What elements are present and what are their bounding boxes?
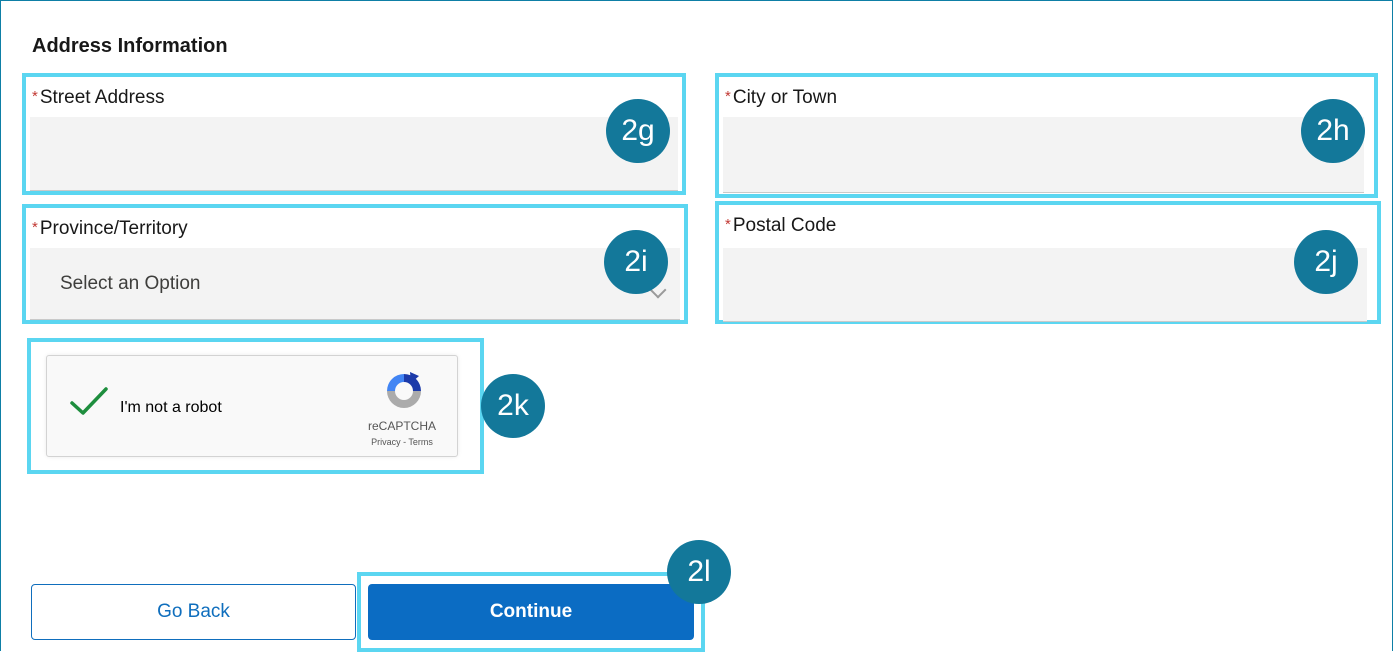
captcha-label: I'm not a robot: [120, 399, 222, 416]
recaptcha-logo-icon: [387, 372, 421, 408]
captcha-brand: reCAPTCHA: [367, 419, 436, 433]
recaptcha-widget: I'm not a robot reCAPTCHA Privacy - Term…: [46, 355, 458, 457]
continue-button[interactable]: Continue: [368, 584, 694, 640]
city-input[interactable]: [723, 117, 1364, 193]
callout-badge-2k: 2k: [481, 374, 545, 438]
street-address-field: * Street Address: [22, 73, 686, 195]
required-marker: *: [725, 216, 731, 233]
province-selected-value: Select an Option: [60, 272, 201, 294]
callout-badge-2j: 2j: [1294, 230, 1358, 294]
city-label: * City or Town: [725, 87, 838, 108]
province-select[interactable]: Select an Option: [30, 248, 680, 320]
required-marker: *: [32, 88, 38, 105]
callout-badge-2h: 2h: [1301, 99, 1365, 163]
postal-code-label: * Postal Code: [725, 215, 837, 236]
province-label: * Province/Territory: [32, 218, 188, 239]
callout-badge-2g: 2g: [606, 99, 670, 163]
required-marker: *: [725, 88, 731, 105]
province-field: * Province/Territory Select an Option: [22, 204, 688, 324]
section-title: Address Information: [32, 35, 228, 57]
go-back-button[interactable]: Go Back: [31, 584, 356, 640]
captcha-privacy-terms-link[interactable]: Privacy - Terms: [347, 437, 457, 447]
street-address-input[interactable]: [30, 117, 678, 191]
city-field: * City or Town: [715, 73, 1378, 198]
callout-badge-2l: 2l: [667, 540, 731, 604]
postal-code-field: * Postal Code: [715, 201, 1381, 324]
callout-badge-2i: 2i: [604, 230, 668, 294]
street-address-label: * Street Address: [32, 87, 165, 108]
required-marker: *: [32, 219, 38, 236]
checkmark-icon[interactable]: [69, 386, 109, 418]
postal-code-input[interactable]: [723, 248, 1367, 322]
